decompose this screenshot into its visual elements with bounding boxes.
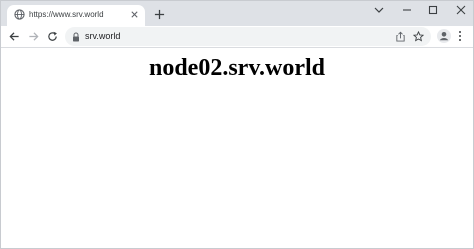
plus-icon[interactable]	[154, 9, 165, 20]
browser-window: https://www.srv.world srv.world node02.s…	[0, 0, 474, 249]
tab-title: https://www.srv.world	[29, 10, 104, 19]
lock-icon[interactable]	[72, 32, 80, 42]
address-bar[interactable]: srv.world	[65, 27, 431, 46]
page-content: node02.srv.world	[1, 48, 473, 248]
page-heading: node02.srv.world	[148, 55, 325, 81]
kebab-menu-icon[interactable]	[457, 30, 463, 42]
star-icon[interactable]	[413, 31, 424, 42]
browser-toolbar: srv.world	[1, 26, 473, 48]
profile-icon[interactable]	[437, 29, 451, 43]
forward-arrow-icon[interactable]	[28, 31, 39, 42]
minimize-icon[interactable]	[401, 4, 413, 16]
tab-strip: https://www.srv.world	[1, 1, 473, 26]
close-icon[interactable]	[130, 10, 139, 19]
chevron-down-icon[interactable]	[373, 4, 385, 16]
maximize-icon[interactable]	[427, 4, 439, 16]
active-tab[interactable]: https://www.srv.world	[7, 5, 145, 26]
share-icon[interactable]	[395, 31, 406, 42]
reload-icon[interactable]	[47, 31, 58, 42]
globe-icon	[14, 9, 25, 20]
window-close-icon[interactable]	[455, 4, 467, 16]
back-arrow-icon[interactable]	[9, 31, 20, 42]
url-text[interactable]: srv.world	[85, 30, 120, 43]
